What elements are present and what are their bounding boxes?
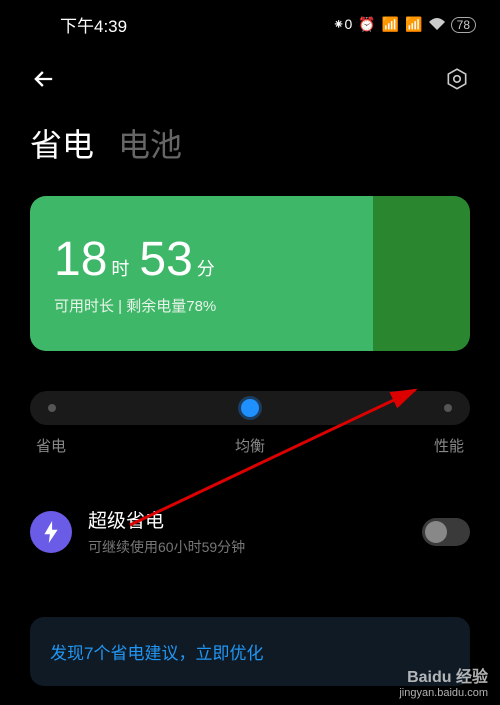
bluetooth-icon: ⁕0 (333, 16, 353, 33)
slider-label-mid: 均衡 (235, 435, 265, 456)
slider-dot-mid[interactable] (241, 399, 259, 417)
alarm-icon: ⏰ (358, 16, 375, 33)
signal-icon-2: 📶 (405, 16, 422, 33)
settings-icon[interactable] (444, 67, 470, 98)
hours-unit: 时 (111, 255, 129, 281)
slider-dot-right[interactable] (444, 404, 452, 412)
minutes-value: 53 (139, 232, 192, 287)
slider-dot-left[interactable] (48, 404, 56, 412)
tab-power-save[interactable]: 省电 (30, 120, 94, 166)
watermark: Baidu 经验 jingyan.baidu.com (399, 663, 488, 699)
super-save-subtitle: 可继续使用60小时59分钟 (88, 537, 406, 557)
super-save-title: 超级省电 (88, 506, 406, 533)
suggestion-text: 发现7个省电建议，立即优化 (50, 644, 263, 663)
nav-bar (0, 45, 500, 120)
signal-icon: 📶 (382, 16, 399, 33)
tab-battery[interactable]: 电池 (118, 120, 182, 166)
mode-slider: 省电 均衡 性能 (30, 391, 470, 456)
battery-card[interactable]: 18 时 53 分 可用时长 | 剩余电量78% (30, 196, 470, 351)
back-button[interactable] (30, 65, 58, 100)
slider-track[interactable] (30, 391, 470, 425)
slider-label-right: 性能 (434, 435, 464, 456)
super-save-toggle[interactable] (422, 518, 470, 546)
watermark-brand: Baidu 经验 (399, 663, 488, 687)
tabs: 省电 电池 (0, 120, 500, 196)
status-time: 下午4:39 (24, 12, 127, 37)
wifi-icon (429, 17, 445, 33)
super-save-row: 超级省电 可继续使用60小时59分钟 (0, 456, 500, 587)
super-save-text: 超级省电 可继续使用60小时59分钟 (88, 506, 406, 557)
status-bar: 下午4:39 ⁕0 ⏰ 📶 📶 78 (0, 0, 500, 45)
hours-value: 18 (54, 232, 107, 287)
battery-time: 18 时 53 分 (54, 232, 446, 287)
bolt-icon (30, 511, 72, 553)
slider-labels: 省电 均衡 性能 (30, 435, 470, 456)
slider-label-left: 省电 (36, 435, 66, 456)
battery-indicator: 78 (451, 17, 476, 33)
minutes-unit: 分 (197, 255, 215, 281)
status-icons: ⁕0 ⏰ 📶 📶 78 (333, 16, 476, 33)
watermark-url: jingyan.baidu.com (399, 687, 488, 699)
battery-subtitle: 可用时长 | 剩余电量78% (54, 295, 446, 316)
